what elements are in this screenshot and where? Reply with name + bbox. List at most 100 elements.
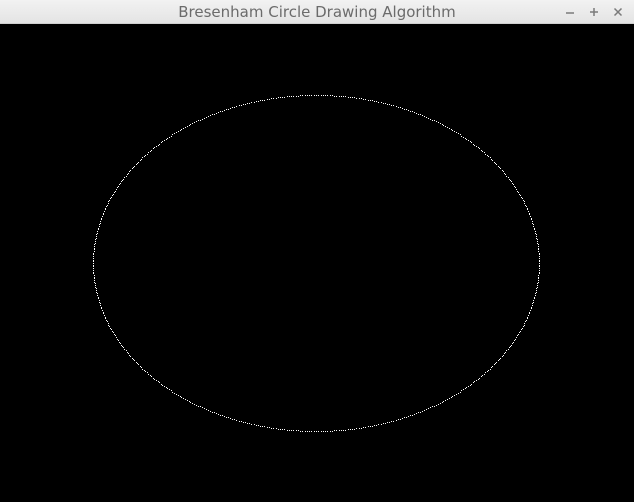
plot-point (372, 100, 373, 101)
plot-point (282, 97, 283, 98)
plot-point (108, 323, 109, 324)
plot-point (109, 200, 110, 201)
plot-point (352, 429, 353, 430)
plot-point (516, 189, 517, 190)
plot-point (539, 265, 540, 266)
maximize-button[interactable] (586, 3, 602, 21)
drawing-canvas (0, 24, 634, 502)
plot-point (400, 419, 401, 420)
plot-point (490, 369, 491, 370)
plot-point (539, 263, 540, 264)
plot-point (513, 342, 514, 343)
plot-point (134, 360, 135, 361)
plot-point (101, 218, 102, 219)
plot-point (520, 195, 521, 196)
plot-point (532, 305, 533, 306)
plot-point (112, 195, 113, 196)
plot-point (96, 290, 97, 291)
plot-point (194, 404, 195, 405)
plot-point (339, 96, 340, 97)
plot-point (474, 381, 475, 382)
plot-point (124, 177, 125, 178)
plot-point (323, 95, 324, 96)
plot-point (383, 103, 384, 104)
plot-point (137, 163, 138, 164)
plot-point (518, 334, 519, 335)
plot-point (465, 138, 466, 139)
plot-point (438, 122, 439, 123)
plot-point (505, 174, 506, 175)
plot-point (176, 394, 177, 395)
close-button[interactable] (610, 3, 626, 21)
plot-point (454, 131, 455, 132)
minimize-button[interactable] (562, 3, 578, 21)
plot-point (247, 423, 248, 424)
plot-point (113, 332, 114, 333)
plot-point (167, 388, 168, 389)
plot-point (387, 422, 388, 423)
plot-point (531, 307, 532, 308)
plot-point (529, 313, 530, 314)
plot-point (406, 109, 407, 110)
plot-point (374, 425, 375, 426)
plot-point (436, 405, 437, 406)
plot-point (343, 96, 344, 97)
plot-point (94, 251, 95, 252)
plot-point (531, 218, 532, 219)
plot-point (180, 130, 181, 131)
plot-point (247, 103, 248, 104)
plot-point (162, 385, 163, 386)
plot-point (510, 346, 511, 347)
plot-point (220, 415, 221, 416)
plot-point (479, 378, 480, 379)
plot-point (93, 261, 94, 262)
plot-point (245, 104, 246, 105)
plot-point (96, 234, 97, 235)
plot-point (147, 154, 148, 155)
plot-point (539, 266, 540, 267)
plot-point (538, 277, 539, 278)
plot-point (116, 189, 117, 190)
plot-point (99, 302, 100, 303)
plot-point (363, 99, 364, 100)
plot-point (284, 97, 285, 98)
plot-point (100, 305, 101, 306)
plot-point (260, 100, 261, 101)
plot-point (359, 98, 360, 99)
plot-point (515, 339, 516, 340)
plot-point (133, 359, 134, 360)
plot-point (93, 270, 94, 271)
plot-point (138, 162, 139, 163)
plot-point (341, 430, 342, 431)
plot-point (537, 283, 538, 284)
plot-point (239, 421, 240, 422)
plot-point (465, 388, 466, 389)
plot-point (442, 402, 443, 403)
plot-point (101, 308, 102, 309)
plot-point (117, 339, 118, 340)
plot-point (151, 376, 152, 377)
plot-point (307, 95, 308, 96)
plot-point (97, 293, 98, 294)
plot-point (103, 312, 104, 313)
plot-point (289, 430, 290, 431)
plot-point (98, 228, 99, 229)
plot-point (532, 223, 533, 224)
plot-point (536, 236, 537, 237)
plot-point (496, 164, 497, 165)
plot-point (93, 263, 94, 264)
plot-point (127, 352, 128, 353)
plot-point (318, 431, 319, 432)
plot-point (484, 152, 485, 153)
title-bar[interactable]: Bresenham Circle Drawing Algorithm (0, 0, 634, 24)
plot-point (428, 408, 429, 409)
plot-point (387, 104, 388, 105)
plot-point (298, 96, 299, 97)
plot-point (396, 420, 397, 421)
plot-point (136, 164, 137, 165)
plot-point (276, 98, 277, 99)
plot-point (529, 214, 530, 215)
plot-point (271, 428, 272, 429)
plot-point (498, 166, 499, 167)
plot-point (150, 375, 151, 376)
